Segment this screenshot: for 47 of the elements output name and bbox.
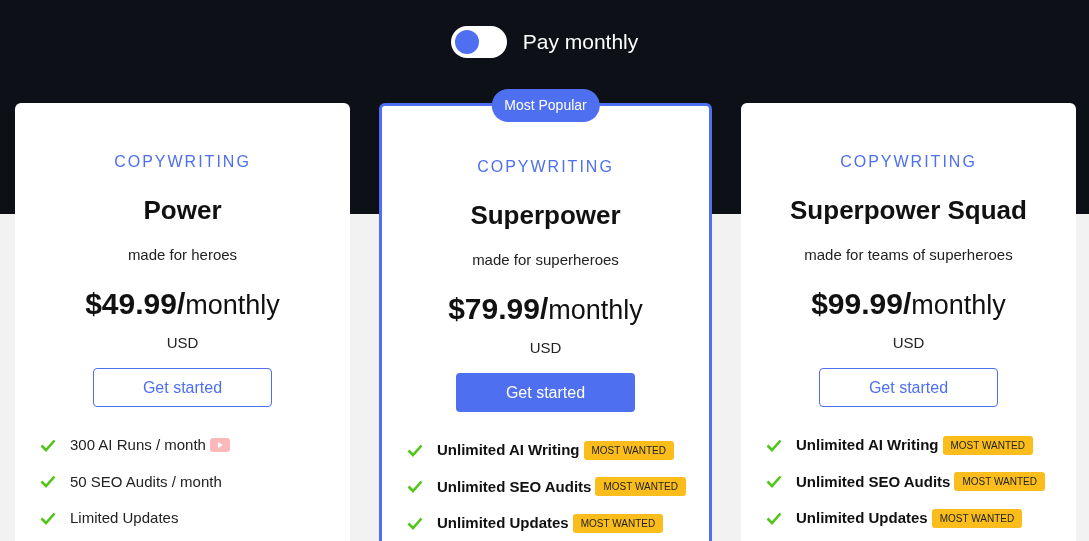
- plan-category: COPYWRITING: [114, 152, 251, 172]
- check-icon: [766, 475, 782, 489]
- plan-category: COPYWRITING: [477, 157, 614, 177]
- check-icon: [407, 516, 423, 530]
- get-started-button[interactable]: Get started: [819, 368, 998, 407]
- most-wanted-tag: MOST WANTED: [931, 508, 1023, 528]
- get-started-button[interactable]: Get started: [93, 368, 272, 407]
- price-period: monthly: [185, 288, 280, 322]
- feature-text: Unlimited AI Writing: [437, 440, 580, 460]
- price-period: monthly: [911, 288, 1006, 322]
- plan-name: Superpower Squad: [790, 194, 1027, 227]
- price: $99.99/: [811, 285, 912, 322]
- plan-name: Power: [143, 194, 222, 227]
- check-icon: [40, 438, 56, 452]
- popular-badge: Most Popular: [491, 89, 600, 122]
- most-wanted-tag: MOST WANTED: [954, 472, 1045, 492]
- get-started-button[interactable]: Get started: [456, 373, 635, 412]
- check-icon: [40, 475, 56, 489]
- check-icon: [40, 511, 56, 525]
- plan-name: Superpower: [470, 199, 621, 232]
- check-icon: [407, 480, 423, 494]
- most-wanted-tag: MOST WANTED: [572, 513, 664, 533]
- currency: USD: [529, 337, 562, 358]
- feature-text: Unlimited SEO Audits: [796, 471, 951, 492]
- plan-category: COPYWRITING: [840, 152, 977, 172]
- feature-text: Limited Updates: [70, 508, 179, 528]
- feature-text: Unlimited Updates: [796, 508, 928, 528]
- feature-text: 300 AI Runs / month: [70, 435, 206, 455]
- plan-tagline: made for teams of superheroes: [804, 245, 1013, 265]
- feature-text: Unlimited Updates: [437, 513, 569, 533]
- check-icon: [766, 438, 782, 452]
- currency: USD: [892, 332, 925, 353]
- price-period: monthly: [548, 293, 643, 327]
- feature-text: Unlimited AI Writing: [796, 435, 939, 455]
- most-wanted-tag: MOST WANTED: [583, 440, 674, 460]
- most-wanted-tag: MOST WANTED: [595, 477, 686, 497]
- price: $79.99/: [448, 290, 549, 327]
- price: $49.99/: [85, 285, 186, 322]
- plan-tagline: made for heroes: [127, 245, 238, 265]
- plan-tagline: made for superheroes: [472, 250, 619, 270]
- feature-text: 50 SEO Audits / month: [70, 471, 222, 492]
- most-wanted-tag: MOST WANTED: [942, 435, 1033, 455]
- billing-label: Pay monthly: [522, 29, 639, 56]
- currency: USD: [166, 332, 199, 353]
- feature-text: Unlimited SEO Audits: [437, 476, 592, 497]
- check-icon: [766, 511, 782, 525]
- check-icon: [407, 443, 423, 457]
